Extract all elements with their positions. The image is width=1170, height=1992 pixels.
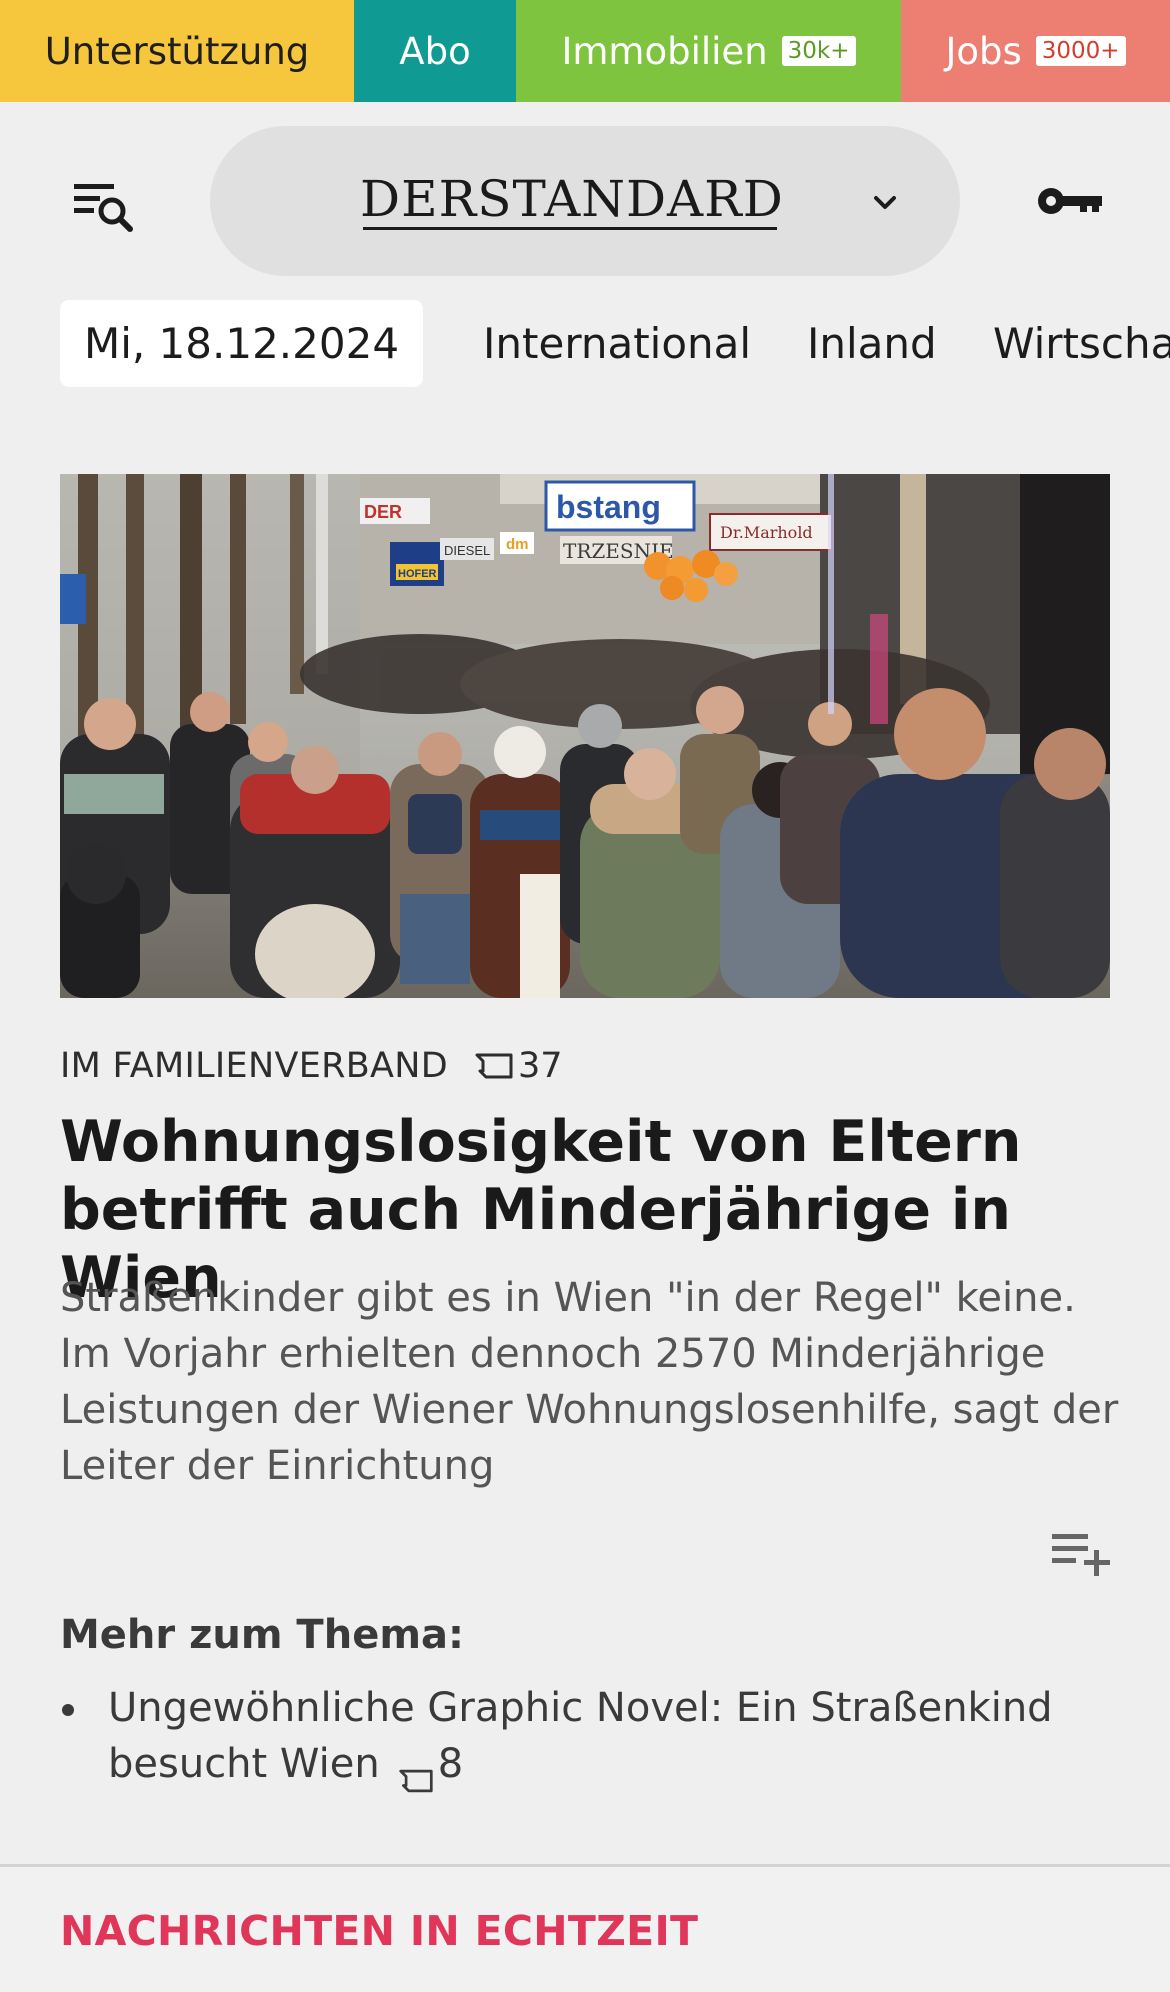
immobilien-label: Immobilien	[561, 29, 768, 73]
immobilien-link[interactable]: Immobilien 30k+	[516, 0, 901, 102]
related-title: Mehr zum Thema:	[60, 1612, 464, 1658]
support-link[interactable]: Unterstützung	[0, 0, 354, 102]
article-hero-image[interactable]: bstang DER HOFER DIESEL dm TRZESNIE Dr.M…	[60, 474, 1110, 998]
jobs-count-badge: 3000+	[1035, 36, 1126, 66]
playlist-add-icon[interactable]	[1050, 1530, 1112, 1578]
sign-diesel: DIESEL	[444, 543, 490, 558]
abo-label: Abo	[399, 29, 471, 73]
brand-logo-underline	[363, 227, 777, 230]
key-icon[interactable]	[1036, 181, 1106, 221]
article-kicker-row: IM FAMILIENVERBAND 37	[60, 1044, 563, 1088]
immobilien-count-badge: 30k+	[781, 36, 856, 66]
brand-logo[interactable]: DERSTANDARD	[360, 164, 783, 234]
jobs-link[interactable]: Jobs 3000+	[901, 0, 1170, 102]
article-kicker: IM FAMILIENVERBAND	[60, 1046, 449, 1086]
article-teaser[interactable]: Straßenkinder gibt es in Wien "in der Re…	[60, 1270, 1120, 1494]
menu-search-icon[interactable]	[72, 178, 138, 238]
chevron-down-icon[interactable]	[870, 188, 900, 218]
related-item[interactable]: Ungewöhnliche Graphic Novel: Ein Straßen…	[60, 1680, 1120, 1793]
support-label: Unterstützung	[44, 29, 310, 73]
top-service-bar: Unterstützung Abo Immobilien 30k+ Jobs 3…	[0, 0, 1170, 102]
jobs-label: Jobs	[945, 29, 1022, 73]
comment-icon[interactable]	[474, 1052, 514, 1080]
sign-hofer: HOFER	[398, 568, 437, 580]
comment-icon[interactable]	[398, 1753, 434, 1793]
section-nav: Mi, 18.12.2024 International Inland Wirt…	[0, 300, 1170, 388]
live-news-title[interactable]: NACHRICHTEN IN ECHTZEIT	[60, 1907, 698, 1955]
related-item-comment-count[interactable]: 8	[438, 1741, 463, 1787]
abo-link[interactable]: Abo	[354, 0, 516, 102]
related-item-text[interactable]: Ungewöhnliche Graphic Novel: Ein Straßen…	[108, 1685, 1053, 1787]
bullet	[62, 1704, 74, 1716]
sign-dr-marhold: Dr.Marhold	[720, 523, 813, 542]
nav-item-inland[interactable]: Inland	[807, 300, 937, 387]
sign-bstang: bstang	[556, 489, 661, 525]
comment-count[interactable]: 37	[518, 1046, 563, 1086]
date-chip[interactable]: Mi, 18.12.2024	[60, 300, 423, 387]
nav-item-wirtschaft[interactable]: Wirtscha	[993, 300, 1170, 387]
sign-dm: dm	[506, 536, 529, 553]
sign-der: DER	[364, 502, 402, 522]
related-list: Ungewöhnliche Graphic Novel: Ein Straßen…	[60, 1680, 1120, 1793]
live-news-section: NACHRICHTEN IN ECHTZEIT	[0, 1867, 1170, 1992]
nav-item-international[interactable]: International	[483, 300, 751, 387]
